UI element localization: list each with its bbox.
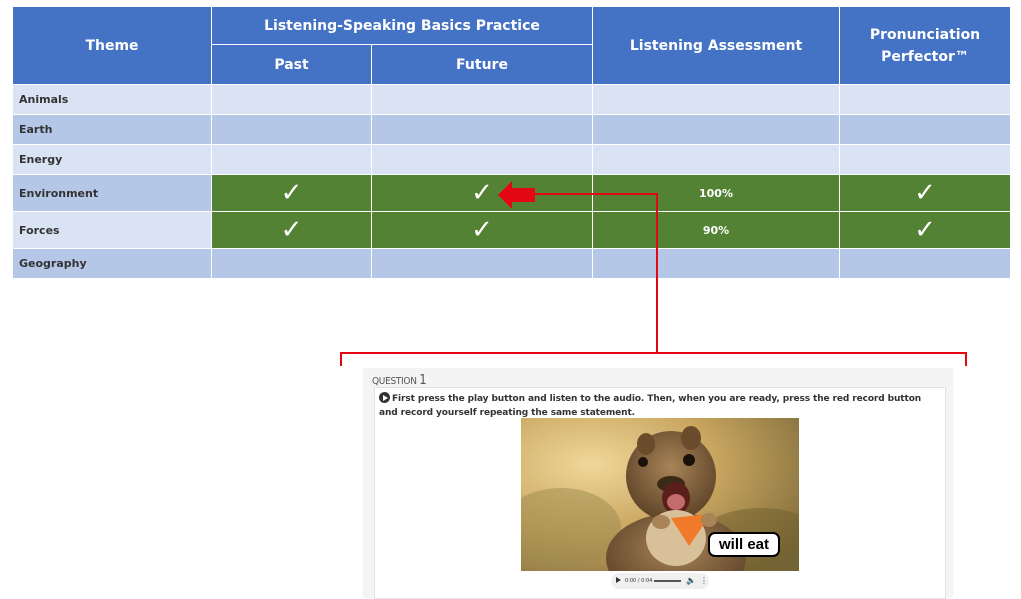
cell-future <box>371 114 593 145</box>
row-topic: Energy <box>12 144 212 175</box>
squirrel-photo: will eat <box>521 418 799 571</box>
cell-perfector <box>839 144 1011 175</box>
cell-assessment <box>592 114 840 145</box>
header-listening-assessment: Listening Assessment <box>592 6 840 85</box>
connector-line <box>535 193 658 195</box>
question-label: QUESTION 1 <box>372 373 427 388</box>
tense-caption: will eat <box>708 532 781 557</box>
cell-assessment <box>592 144 840 175</box>
cell-past <box>211 248 372 279</box>
question-instruction: First press the play button and listen t… <box>379 392 922 418</box>
checkmark-icon: ✓ <box>914 178 936 208</box>
cell-past: ✓ <box>211 211 372 249</box>
question-number: 1 <box>419 373 427 388</box>
play-circle-icon <box>379 392 390 403</box>
cell-assessment <box>592 84 840 115</box>
row-topic: Forces <box>12 211 212 249</box>
cell-assessment: 90% <box>592 211 840 249</box>
header-basics-practice: Listening-Speaking Basics Practice <box>211 6 593 45</box>
row-topic: Animals <box>12 84 212 115</box>
cell-perfector <box>839 84 1011 115</box>
table-row: Earth <box>12 114 1011 145</box>
question-panel: QUESTION 1 First press the play button a… <box>364 369 952 599</box>
bracket-line <box>340 352 967 354</box>
checkmark-icon: ✓ <box>280 215 303 245</box>
cell-past <box>211 84 372 115</box>
table-row: Geography <box>12 248 1011 279</box>
question-box: First press the play button and listen t… <box>374 387 946 599</box>
row-topic: Earth <box>12 114 212 145</box>
play-icon[interactable] <box>616 577 621 583</box>
cell-perfector <box>839 248 1011 279</box>
cell-perfector <box>839 114 1011 145</box>
table-row: Energy <box>12 144 1011 175</box>
cell-perfector: ✓ <box>839 211 1011 249</box>
checkmark-icon: ✓ <box>471 215 493 245</box>
cell-future <box>371 144 593 175</box>
row-topic: Environment <box>12 174 212 212</box>
checkmark-icon: ✓ <box>914 215 936 245</box>
header-pronunciation-perfector: Pronunciation Perfector™ <box>839 6 1011 85</box>
assessment-score: 90% <box>702 223 730 237</box>
cell-future <box>371 84 593 115</box>
header-future: Future <box>371 44 593 85</box>
more-options-icon[interactable]: ⋮ <box>700 576 708 585</box>
cell-future: ✓ <box>371 211 593 249</box>
red-arrow-icon <box>498 181 535 209</box>
table-row: Animals <box>12 84 1011 115</box>
cell-assessment <box>592 248 840 279</box>
bracket-line <box>965 352 967 366</box>
header-past: Past <box>211 44 372 85</box>
checkmark-icon: ✓ <box>471 178 493 208</box>
cell-past: ✓ <box>211 174 372 212</box>
header-theme: Theme <box>12 6 212 85</box>
checkmark-icon: ✓ <box>280 178 303 208</box>
cell-future <box>371 248 593 279</box>
volume-icon[interactable]: 🔈 <box>686 576 696 585</box>
bracket-line <box>340 352 342 366</box>
seek-bar[interactable] <box>654 580 681 582</box>
cell-past <box>211 114 372 145</box>
cell-perfector: ✓ <box>839 174 1011 212</box>
table-row: Forces ✓ ✓ 90% ✓ <box>12 211 1011 249</box>
player-time: 0:00 / 0:04 <box>625 578 653 584</box>
cell-past <box>211 144 372 175</box>
progress-table: Theme Listening-Speaking Basics Practice… <box>12 6 1011 279</box>
audio-player[interactable]: 0:00 / 0:04 🔈 ⋮ <box>611 573 709 589</box>
row-topic: Geography <box>12 248 212 279</box>
assessment-score: 100% <box>699 186 733 200</box>
connector-line <box>656 193 658 353</box>
